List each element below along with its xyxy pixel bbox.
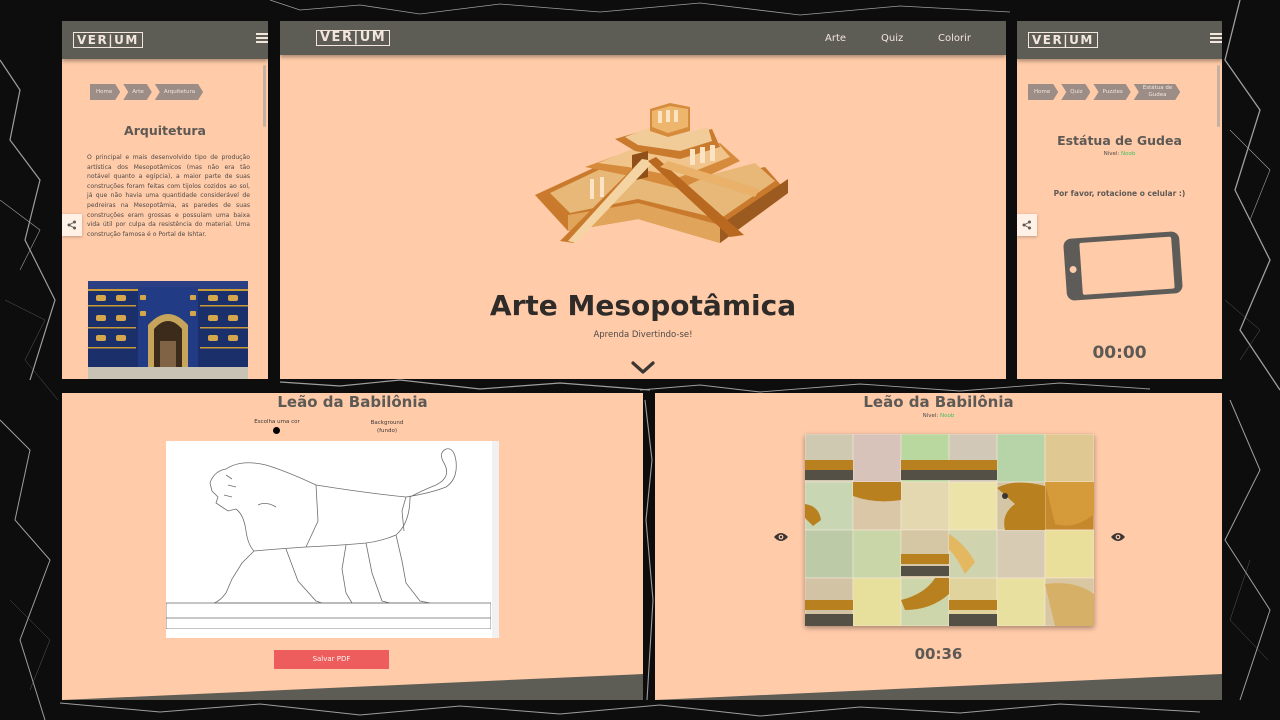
logo[interactable]: VER|UM (316, 30, 391, 46)
breadcrumb-puzzles[interactable]: Puzzles (1093, 84, 1130, 100)
level-value: Noob (1121, 151, 1136, 157)
hero-subtitle: Aprenda Divertindo-se! (593, 330, 693, 340)
phone-icon (1063, 231, 1183, 301)
puzzle-board[interactable] (805, 434, 1094, 626)
menu-icon[interactable] (256, 33, 268, 45)
decorative-wave (62, 674, 643, 700)
timer: 00:00 (1092, 343, 1147, 363)
coloring-panel: Leão da Babilônia Escolha uma cor Backgr… (62, 393, 643, 700)
color-picker-label: Escolha uma cor (254, 419, 300, 425)
save-pdf-button[interactable]: Salvar PDF (274, 650, 389, 669)
rotate-message: Por favor, rotacione o celular :) (1053, 189, 1186, 198)
logo[interactable]: VER|UM (1028, 32, 1098, 48)
hero-title: Arte Mesopotâmica (489, 289, 797, 322)
chevron-down-icon[interactable] (631, 361, 655, 375)
breadcrumb-arquitetura[interactable]: Arquitetura (155, 84, 203, 100)
level-indicator: Nível: Noob (1017, 151, 1222, 157)
color-picker-swatch[interactable] (273, 427, 280, 434)
home-panel: VER|UM Arte Quiz Colorir Arte Mesopotâmi… (280, 21, 1006, 379)
breadcrumb-estatua-de-gudea[interactable]: Estátua de Gudea (1134, 84, 1181, 100)
ziggurat-illustration (535, 103, 788, 243)
share-icon (67, 220, 76, 230)
nav-quiz[interactable]: Quiz (881, 33, 903, 44)
level-value: Noob (940, 413, 955, 419)
eye-icon[interactable] (1110, 532, 1126, 542)
header: VER|UM (62, 21, 268, 59)
lion-outline (165, 448, 492, 630)
eye-icon[interactable] (773, 532, 789, 542)
breadcrumb-arte[interactable]: Arte (123, 84, 152, 100)
share-button[interactable] (1017, 214, 1037, 236)
level-label: Nível: (922, 413, 939, 419)
coloring-canvas[interactable] (165, 441, 499, 638)
nav-colorir[interactable]: Colorir (938, 33, 971, 44)
header: VER|UM Arte Quiz Colorir (280, 21, 1006, 55)
page-title: Leão da Babilônia (863, 393, 1014, 411)
page-title: Arquitetura (124, 123, 206, 138)
share-icon (1022, 220, 1031, 230)
scrollbar[interactable] (263, 65, 266, 127)
puzzle-panel: Leão da Babilônia Nível: Noob 00:36 (655, 393, 1222, 700)
level-label: Nível: (1103, 151, 1120, 157)
page-title: Leão da Babilônia (277, 393, 428, 411)
timer: 00:36 (914, 645, 963, 663)
background-picker[interactable]: Background (fundo) (362, 419, 412, 435)
breadcrumb-quiz[interactable]: Quiz (1061, 84, 1090, 100)
breadcrumb-home[interactable]: Home (90, 84, 120, 100)
ishtar-gate-image (88, 281, 248, 379)
level-indicator: Nível: Noob (655, 413, 1222, 419)
breadcrumb: Home Quiz Puzzles Estátua de Gudea (1028, 84, 1183, 100)
scrollbar[interactable] (1217, 65, 1220, 127)
header: VER|UM (1017, 21, 1222, 59)
architecture-panel: VER|UM Home Arte Arquitetura Arquitetura… (62, 21, 268, 379)
share-button[interactable] (62, 214, 82, 236)
logo[interactable]: VER|UM (73, 32, 143, 48)
nav-arte[interactable]: Arte (825, 33, 846, 44)
article-text: O principal e mais desenvolvido tipo de … (87, 154, 250, 238)
breadcrumb: Home Arte Arquitetura (90, 84, 206, 100)
puzzle-rotate-panel: VER|UM Home Quiz Puzzles Estátua de Gude… (1017, 21, 1222, 379)
decorative-wave (655, 674, 1222, 700)
menu-icon[interactable] (1210, 33, 1222, 45)
canvas-scrollbar[interactable] (492, 441, 499, 638)
breadcrumb-home[interactable]: Home (1028, 84, 1058, 100)
page-title: Estátua de Gudea (1057, 133, 1182, 148)
